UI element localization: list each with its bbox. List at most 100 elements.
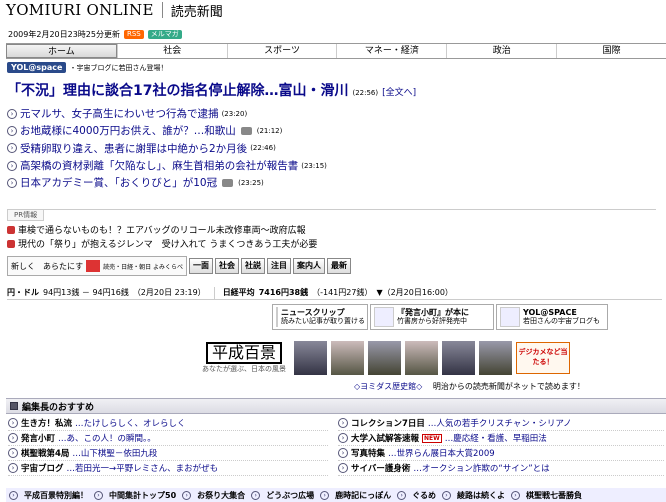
- toolbar-button-front[interactable]: 一面: [189, 258, 214, 274]
- bottom-link[interactable]: 棋聖戦七番勝負: [526, 490, 582, 501]
- heisei-tagline: あなたが選ぶ、日本の風景: [202, 365, 286, 373]
- bottom-link[interactable]: 中間集計トップ50: [109, 490, 176, 501]
- nav-tab-international[interactable]: 国際: [556, 44, 666, 58]
- pick-item[interactable]: › コレクション7日目 …人気の若手クリスチャン・シリアノ: [338, 416, 664, 431]
- arrow-icon: ›: [7, 177, 17, 188]
- pick-item[interactable]: › 棋聖戦第4局 …山下棋聖－依田九段: [8, 446, 328, 461]
- nav-tab-society[interactable]: 社会: [116, 44, 227, 58]
- pick-text[interactable]: …若田光一→平野レミさん、まおがぜも: [67, 462, 219, 474]
- news-time: (22:46): [250, 144, 276, 153]
- pick-item[interactable]: › サイバー護身術 …オークション詐欺の“サイン”とは: [338, 461, 664, 476]
- bottom-link[interactable]: 平成百景特別編！: [24, 490, 88, 501]
- pick-item[interactable]: › 写真特集 …世界らん展日本大賞2009: [338, 446, 664, 461]
- arrow-icon: ›: [8, 463, 18, 473]
- pick-text[interactable]: …あ、この人！の瞬間。。: [58, 432, 156, 444]
- pick-item[interactable]: › 発言小町 …あ、この人！の瞬間。。: [8, 431, 328, 446]
- toolbar-button-latest[interactable]: 最新: [327, 258, 352, 274]
- rss-badge[interactable]: RSS: [124, 30, 144, 39]
- history-link[interactable]: ◇ヨミダス歴史館◇: [354, 382, 422, 391]
- arrow-icon: ›: [8, 448, 18, 458]
- arrow-icon: ›: [94, 490, 103, 500]
- news-link[interactable]: 高架橋の資材剥離「欠陥なし」、麻生首相弟の会社が報告書: [20, 158, 298, 173]
- landscape-thumb: [294, 341, 327, 375]
- bottom-link[interactable]: どうぶつ広場: [266, 490, 314, 501]
- editor-picks-header: 編集長のおすすめ: [6, 398, 666, 414]
- pr-item[interactable]: 現代の「祭り」が抱えるジレンマ 受け入れて うまくつきあう工夫が必要: [7, 237, 317, 250]
- news-link[interactable]: 受精卵取り違え、患者に謝罪は中絶から2か月後: [20, 141, 247, 156]
- news-item: › 高架橋の資材剥離「欠陥なし」、麻生首相弟の会社が報告書 (23:15): [7, 157, 327, 174]
- digicam-promo[interactable]: デジカメなど当たる！: [516, 342, 570, 374]
- arrow-icon: ›: [338, 463, 348, 473]
- bottom-link[interactable]: ぐるめ: [412, 490, 436, 501]
- toolbar-button-society[interactable]: 社会: [215, 258, 240, 274]
- landscape-thumb: [479, 341, 512, 375]
- arrow-icon: ›: [338, 418, 348, 428]
- logo-divider: [161, 2, 163, 18]
- pick-item[interactable]: › 大学入試解答速報 NEW …慶応経・看護、早稲田法: [338, 431, 664, 446]
- history-promo[interactable]: ◇ヨミダス歴史館◇ 明治からの読売新聞がネットで読めます！: [354, 381, 585, 392]
- news-time: (21:12): [256, 126, 283, 135]
- arata-toolbar: 新しく あらたにす 読売・日経・朝日 よみくらべ 一面 社会 社説 注目 案内人…: [7, 256, 352, 276]
- service-komachi[interactable]: 『発言小町』が本に 竹書房から好評発売中: [370, 304, 494, 330]
- service-yol-space[interactable]: YOL@SPACE 若田さんの宇宙ブログも: [496, 304, 608, 330]
- news-link[interactable]: 元マルサ、女子高生にわいせつ行為で逮捕: [20, 106, 219, 121]
- bottom-link[interactable]: お祭り大集合: [197, 490, 245, 501]
- pick-text[interactable]: …たけしらしく、オレらしく: [75, 417, 186, 429]
- news-link[interactable]: 日本アカデミー賞、「おくりびと」が10冠: [20, 175, 217, 190]
- service-title: YOL@SPACE: [523, 308, 577, 317]
- pick-title: 棋聖戦第4局: [21, 449, 70, 459]
- pr-bullet-icon: [7, 239, 15, 248]
- arrow-icon: ›: [7, 143, 17, 154]
- news-time: (23:20): [221, 109, 248, 118]
- bottom-link[interactable]: 綾路は続くよ: [457, 490, 505, 501]
- heisei-logo: 平成百景 あなたが選ぶ、日本の風景: [198, 339, 290, 377]
- camera-icon: [240, 126, 252, 135]
- pr-item-text: 現代の「祭り」が抱えるジレンマ 受け入れて うまくつきあう工夫が必要: [18, 240, 318, 250]
- pick-text[interactable]: …オークション詐欺の“サイン”とは: [413, 462, 549, 474]
- bottom-link[interactable]: 鹿時記にっぽん: [335, 490, 391, 501]
- service-sub: 竹書房から好評発売中: [397, 317, 467, 325]
- pr-item[interactable]: 車検で通らないものも！？エアバッグのリコール未改修車両〜政府広報: [7, 223, 306, 236]
- heisei-banner[interactable]: 平成百景 あなたが選ぶ、日本の風景 デジカメなど当たる！: [198, 339, 570, 377]
- headline-link[interactable]: 「不況」理由に談合17社の指名停止解除…富山・滑川: [7, 80, 348, 100]
- nav-tab-home[interactable]: ホーム: [6, 44, 117, 58]
- full-article-link[interactable]: [全文へ]: [382, 85, 416, 98]
- pick-text[interactable]: …慶応経・看護、早稲田法: [445, 432, 547, 444]
- yol-text: ・宇宙ブログに若田さん登場！: [69, 63, 168, 72]
- pick-item[interactable]: › 生き方！私流 …たけしらしく、オレらしく: [8, 416, 328, 431]
- pr-divider: [7, 209, 656, 210]
- news-item: › 受精卵取り違え、患者に謝罪は中絶から2か月後 (22:46): [7, 140, 327, 157]
- service-news-clip[interactable]: ニュースクリップ 読みたい記事が取り置ける: [272, 304, 368, 330]
- pick-text[interactable]: …世界らん展日本大賞2009: [388, 447, 495, 459]
- arrow-icon: ›: [7, 160, 17, 171]
- pr-label: PR情報: [7, 210, 45, 221]
- service-sub: 読みたい記事が取り置ける: [281, 317, 365, 325]
- arrow-icon: ›: [338, 448, 348, 458]
- dateline: 2009年2月20日23時25分更新 RSS メルマガ: [8, 29, 182, 40]
- arata-link[interactable]: 新しく あらたにす 読売・日経・朝日 よみくらべ: [7, 256, 188, 276]
- market-ticker: 円・ドル 94円13銭 － 94円16銭 （2月20日 23:19） 日経平均 …: [7, 286, 662, 300]
- mailmag-badge[interactable]: メルマガ: [147, 30, 182, 39]
- arrow-icon: ›: [338, 433, 348, 443]
- news-time: (23:15): [301, 161, 327, 170]
- nikkei-change: （-141円27銭）: [312, 288, 373, 297]
- arata-icon: [86, 260, 101, 272]
- landscape-thumb: [331, 341, 364, 375]
- news-item: › お地蔵様に4000万円お供え、誰が？…和歌山 (21:12): [7, 122, 327, 139]
- pick-text[interactable]: …人気の若手クリスチャン・シリアノ: [428, 417, 572, 429]
- toolbar-button-editorial[interactable]: 社説: [241, 258, 266, 274]
- news-time: (23:25): [238, 178, 264, 187]
- news-link[interactable]: お地蔵様に4000万円お供え、誰が？…和歌山: [20, 123, 236, 138]
- toolbar-button-guide[interactable]: 案内人: [293, 258, 326, 274]
- pick-title: 生き方！私流: [21, 419, 73, 429]
- yol-banner[interactable]: YOL@space ・宇宙ブログに若田さん登場！: [7, 62, 167, 73]
- heisei-title: 平成百景: [205, 342, 282, 364]
- pick-text[interactable]: …山下棋聖－依田九段: [72, 447, 157, 459]
- nav-tab-sports[interactable]: スポーツ: [226, 44, 337, 58]
- picks-left-column: › 生き方！私流 …たけしらしく、オレらしく › 発言小町 …あ、この人！の瞬間。。 ›…: [8, 416, 328, 476]
- toolbar-button-featured[interactable]: 注目: [267, 258, 292, 274]
- pick-item[interactable]: › 宇宙ブログ …若田光一→平野レミさん、まおがぜも: [8, 461, 328, 476]
- nav-tab-money[interactable]: マネー・経済: [336, 44, 446, 58]
- nav-tab-politics[interactable]: 政治: [446, 44, 556, 58]
- site-logo[interactable]: YOMIURI ONLINE 読売新聞: [6, 1, 223, 20]
